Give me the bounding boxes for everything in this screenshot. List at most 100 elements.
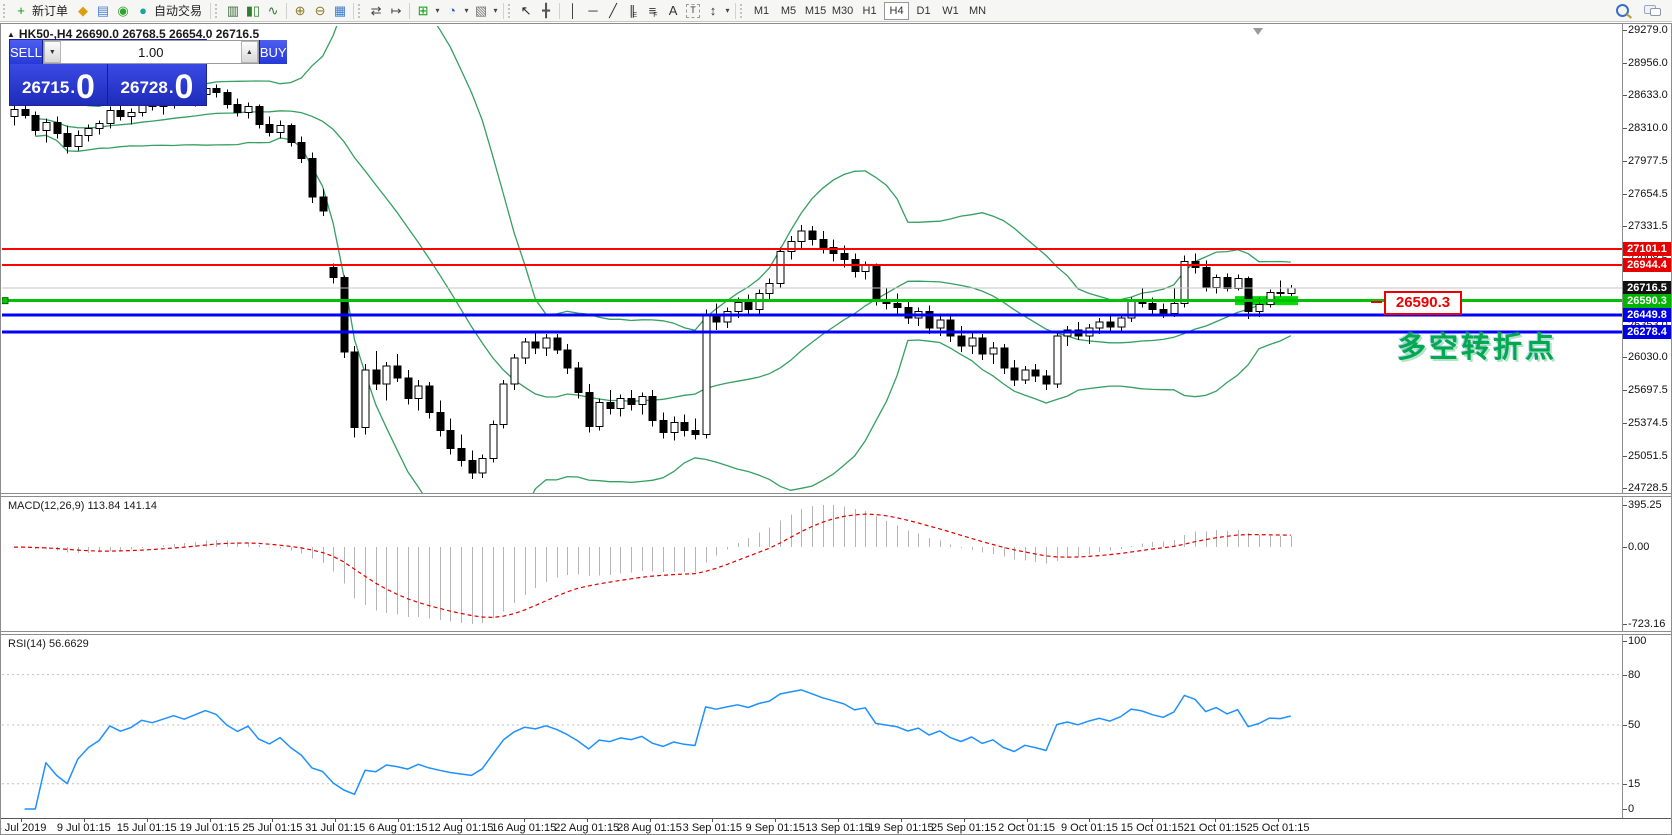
symbol-header[interactable]: ▲ HK50-,H4 26690.0 26768.5 26654.0 26716.… [7,27,259,41]
toolbar-drag-handle [3,4,8,18]
dropdown-caret-icon[interactable]: ▾ [723,6,732,15]
timeframe-button-m1[interactable]: M1 [749,2,774,20]
signals-icon[interactable]: ◉ [113,1,133,21]
symbol-ohlc-text: HK50-,H4 26690.0 26768.5 26654.0 26716.5 [19,27,259,41]
rsi-panel-canvas[interactable] [2,635,1622,818]
price-axis-tick-label: 25051.5 [1628,450,1668,462]
volume-input[interactable] [61,41,241,63]
horizontal-line-icon[interactable]: ─ [583,1,603,21]
chart-shift-icon[interactable]: ↦ [386,1,406,21]
dropdown-caret-icon[interactable]: ▾ [491,6,500,15]
auto-scroll-icon[interactable]: ⇄ [366,1,386,21]
text-label-icon[interactable]: T [683,1,703,21]
timeframe-button-m5[interactable]: M5 [776,2,801,20]
collapse-arrow-icon[interactable]: ▲ [7,30,15,39]
sell-price-big-digit: 0 [76,71,95,103]
panel-splitter[interactable] [1,493,1672,497]
price-axis-tick-label: 25374.5 [1628,417,1668,429]
periods-icon[interactable]: ◔ [442,1,462,21]
autotrading-icon[interactable]: ● [133,1,153,21]
new-order-icon[interactable]: + [11,1,31,21]
templates-icon[interactable]: ▧ [471,1,491,21]
time-axis-label: 25 Oct 01:15 [1233,822,1323,834]
chat-icon[interactable] [1642,1,1662,21]
rsi-axis-tick [1623,675,1627,676]
search-icon[interactable] [1612,1,1632,21]
equidistant-channel-icon[interactable]: ∥E [623,1,643,21]
metaeditor-icon[interactable]: ◆ [73,1,93,21]
volume-decrease-button[interactable]: ▼ [44,41,61,63]
rsi-axis-tick-label: 80 [1628,669,1640,681]
fibonacci-icon[interactable]: ≡F [643,1,663,21]
price-badge: 26278.4 [1623,325,1671,339]
timeframe-button-mn[interactable]: MN [965,2,990,20]
rsi-axis-tick [1623,784,1627,785]
macd-axis-tick [1623,547,1627,548]
price-axis-tick [1623,357,1627,358]
price-axis-tick [1623,456,1627,457]
buy-price[interactable]: 26728.0 [108,64,206,105]
candlestick-chart-icon[interactable]: ▮▯ [243,1,263,21]
timeframe-button-m15[interactable]: M15 [803,2,828,20]
new-order-label: 新订单 [31,2,73,19]
vertical-line-icon[interactable]: │ [563,1,583,21]
price-axis-tick-label: 27654.5 [1628,188,1668,200]
macd-axis-tick-label: 395.25 [1628,499,1662,511]
dropdown-caret-icon[interactable]: ▾ [462,6,471,15]
trendline-icon[interactable]: ╱ [603,1,623,21]
timeframe-button-h4[interactable]: H4 [884,2,909,20]
price-axis-tick [1623,390,1627,391]
toolbar-separator [353,3,354,19]
rsi-axis-tick-label: 100 [1628,635,1646,647]
main-chart-canvas[interactable] [2,26,1622,493]
macd-panel-canvas[interactable] [2,497,1622,632]
sell-price[interactable]: 26715.0 [10,64,108,105]
price-tag-26590[interactable]: 26590.3 [1384,291,1462,315]
sell-button[interactable]: SELL [10,40,43,64]
rsi-axis-tick-label: 0 [1628,803,1634,815]
turning-point-annotation[interactable]: 多空转折点 [1397,324,1557,366]
price-badge: 26944.4 [1623,258,1671,272]
price-badge: 26449.8 [1623,308,1671,322]
buy-price-big-digit: 0 [175,71,194,103]
toolbar-separator [503,3,504,19]
zoom-out-icon[interactable]: ⊖ [310,1,330,21]
price-axis-tick-label: 28633.0 [1628,89,1668,101]
macd-axis-tick [1623,624,1627,625]
arrow-tools-icon[interactable]: ↕ [703,1,723,21]
price-axis-border [1622,24,1623,818]
toolbar-separator [210,3,211,19]
line-chart-icon[interactable]: ∿ [263,1,283,21]
timeframe-button-w1[interactable]: W1 [938,2,963,20]
price-badge: 26590.3 [1623,294,1671,308]
tile-windows-icon[interactable]: ▦ [330,1,350,21]
price-axis-tick [1623,194,1627,195]
cursor-icon[interactable]: ↖ [516,1,536,21]
autotrading-label: 自动交易 [153,2,207,19]
indicators-icon[interactable]: ⊞ [413,1,433,21]
terminal-icon[interactable]: ▤ [93,1,113,21]
panel-splitter[interactable] [1,631,1672,635]
text-icon[interactable]: A [663,1,683,21]
volume-increase-button[interactable]: ▲ [241,41,258,63]
buy-button[interactable]: BUY [259,40,287,64]
price-badge: 27101.1 [1623,242,1671,256]
price-axis-tick [1623,95,1627,96]
timeframe-button-h1[interactable]: H1 [857,2,882,20]
price-axis-tick-label: 28956.0 [1628,57,1668,69]
time-axis[interactable]: 3 Jul 20199 Jul 01:1515 Jul 01:1519 Jul … [1,818,1672,835]
price-axis-tick-label: 27977.5 [1628,155,1668,167]
dropdown-caret-icon[interactable]: ▾ [433,6,442,15]
zoom-in-icon[interactable]: ⊕ [290,1,310,21]
timeframe-button-d1[interactable]: D1 [911,2,936,20]
toolbar-drag-handle [215,4,220,18]
timeframe-button-m30[interactable]: M30 [830,2,855,20]
toolbar-drag-handle [740,4,745,18]
price-axis-tick [1623,30,1627,31]
one-click-trading-panel: SELL ▼ ▲ BUY 26715.0 26728.0 [9,39,207,106]
price-axis-tick-label: 26030.0 [1628,351,1668,363]
toolbar-drag-handle [508,4,513,18]
bar-chart-icon[interactable]: ▥ [223,1,243,21]
crosshair-icon[interactable]: ╋ [536,1,556,21]
rsi-axis-tick [1623,809,1627,810]
